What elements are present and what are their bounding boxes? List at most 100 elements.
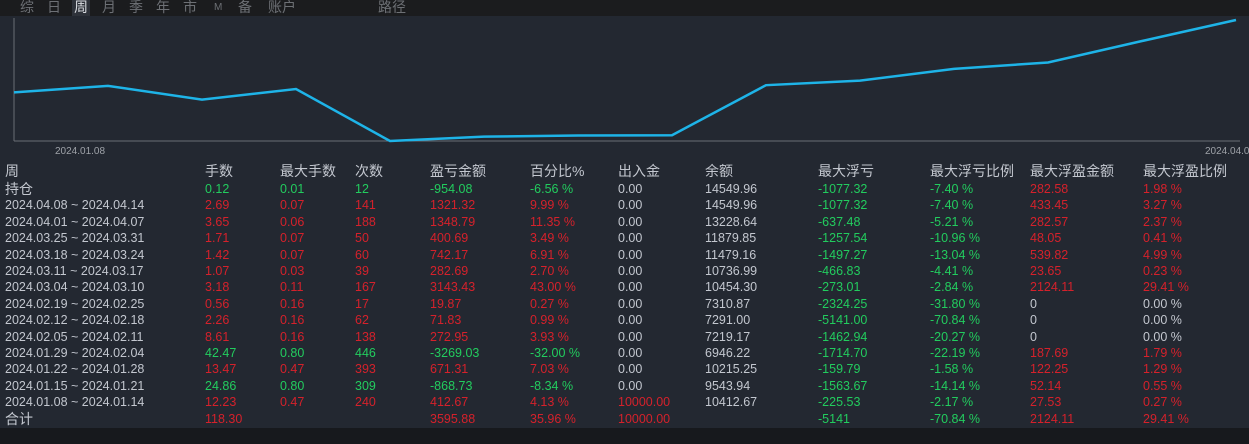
row-max-lots: 0.16 (280, 329, 305, 344)
tab-9[interactable]: 账户 (266, 0, 298, 16)
row-max-floating-loss-pct: -2.84 % (930, 280, 974, 295)
row-lots: 1.71 (205, 231, 230, 246)
header-max-floating-loss: 最大浮亏 (818, 163, 874, 179)
row-period: 2024.01.22 ~ 2024.01.28 (5, 362, 145, 377)
row-lots: 2.26 (205, 313, 230, 328)
row-max-floating-loss-pct: -20.27 % (930, 329, 981, 344)
row-lots: 24.86 (205, 378, 237, 393)
row-max-floating-profit-pct: 0.41 % (1143, 231, 1182, 246)
row-max-floating-loss: -1497.27 (818, 247, 868, 262)
row-lots: 3.18 (205, 280, 230, 295)
row-deposit: 0.00 (618, 264, 643, 278)
row-trades: 309 (355, 378, 376, 393)
row-max-floating-loss: -637.48 (818, 214, 861, 229)
x-end-label: 2024.04.08 (1205, 146, 1249, 157)
total-period: 合计 (5, 410, 33, 427)
row-deposit: 0.00 (618, 329, 643, 344)
row-trades: 167 (355, 280, 376, 295)
row-max-floating-loss: -225.53 (818, 395, 861, 410)
row-balance: 14549.96 (705, 198, 758, 213)
row-pnl: 3143.43 (430, 280, 476, 295)
row-pct: 3.49 % (530, 231, 569, 246)
row-pct: 11.35 % (530, 214, 575, 229)
row-trades: 17 (355, 296, 369, 311)
row-lots: 1.42 (205, 247, 230, 262)
row-max-floating-loss-pct: -2.17 % (930, 395, 974, 410)
row-pnl: 19.87 (430, 296, 462, 311)
row-pct: -32.00 % (530, 346, 581, 360)
row-max-lots: 0.47 (280, 362, 305, 377)
row-balance: 9543.94 (705, 378, 751, 393)
row-lots: 42.47 (205, 346, 237, 360)
row-max-floating-loss: -159.79 (818, 362, 861, 377)
tab-10[interactable]: 路径 (376, 0, 408, 16)
row-max-lots: 0.06 (280, 214, 305, 229)
total-deposit: 10000.00 (618, 411, 671, 426)
row-period: 2024.04.08 ~ 2024.04.14 (5, 198, 145, 213)
row-pct: 0.27 % (530, 296, 569, 311)
row-trades: 141 (355, 198, 376, 213)
header-max-floating-profit-pct: 最大浮盈比例 (1143, 163, 1227, 179)
row-trades: 60 (355, 247, 369, 262)
row-period: 2024.01.08 ~ 2024.01.14 (5, 395, 145, 410)
row-max-floating-loss: -466.83 (818, 264, 861, 278)
row-balance: 7310.87 (705, 296, 751, 311)
row-lots: 8.61 (205, 329, 230, 344)
row-deposit: 0.00 (618, 198, 643, 213)
row-max-floating-profit-pct: 3.27 % (1143, 198, 1182, 213)
row-pct: 7.03 % (530, 362, 569, 377)
row-pnl: 282.69 (430, 264, 469, 278)
row-period: 2024.01.15 ~ 2024.01.21 (5, 378, 145, 393)
row-deposit: 0.00 (618, 280, 643, 295)
tab-5[interactable]: 年 (154, 0, 172, 16)
row-max-floating-loss-pct: -1.58 % (930, 362, 974, 377)
row-balance: 7219.17 (705, 329, 751, 344)
row-pnl: 1348.79 (430, 214, 476, 229)
row-balance: 7291.00 (705, 313, 751, 328)
header-pnl: 盈亏金额 (430, 163, 486, 179)
row-pct: 2.70 % (530, 264, 569, 278)
row-lots: 2.69 (205, 198, 230, 213)
tab-4[interactable]: 季 (127, 0, 145, 16)
tab-3[interactable]: 月 (100, 0, 118, 16)
row-balance: 10454.30 (705, 280, 758, 295)
row-balance: 11479.16 (705, 247, 757, 262)
row-pnl: -954.08 (430, 182, 473, 196)
row-pnl: 272.95 (430, 329, 469, 344)
row-max-floating-loss-pct: -22.19 % (930, 346, 981, 360)
balance-line (13, 18, 1237, 143)
row-max-floating-loss-pct: -7.40 % (930, 198, 974, 213)
tab-2[interactable]: 周 (72, 0, 90, 16)
row-balance: 13228.64 (705, 214, 758, 229)
tab-6[interactable]: 市 (181, 0, 199, 16)
row-max-floating-profit-pct: 1.79 % (1143, 346, 1182, 360)
row-deposit: 0.00 (618, 362, 643, 377)
header-max-floating-profit: 最大浮盈金额 (1030, 163, 1114, 179)
row-pct: 6.91 % (530, 247, 569, 262)
header-lots: 手数 (205, 163, 233, 179)
tab-7[interactable]: M (212, 0, 224, 16)
row-pct: 3.93 % (530, 329, 569, 344)
row-max-floating-loss: -1563.67 (818, 378, 868, 393)
row-pnl: 1321.32 (430, 198, 476, 213)
row-deposit: 0.00 (618, 346, 643, 360)
row-deposit: 0.00 (618, 182, 643, 196)
tab-0[interactable]: 综 (18, 0, 36, 16)
row-max-lots: 0.07 (280, 231, 305, 246)
header-deposit: 出入金 (618, 163, 660, 179)
row-period: 2024.01.29 ~ 2024.02.04 (5, 346, 145, 360)
row-pct: 0.99 % (530, 313, 569, 328)
row-period: 2024.02.12 ~ 2024.02.18 (5, 313, 145, 328)
row-max-lots: 0.07 (280, 247, 305, 262)
row-max-floating-profit: 187.69 (1030, 346, 1069, 360)
row-deposit: 10000.00 (618, 395, 671, 410)
row-max-floating-loss: -1257.54 (818, 231, 868, 246)
row-balance: 6946.22 (705, 346, 751, 360)
row-pct: 43.00 % (530, 280, 576, 295)
row-trades: 50 (355, 231, 369, 246)
row-max-lots: 0.47 (280, 395, 305, 410)
row-max-floating-profit-pct: 0.00 % (1143, 313, 1182, 328)
tab-1[interactable]: 日 (45, 0, 63, 16)
tab-8[interactable]: 备 (236, 0, 254, 16)
row-max-floating-profit-pct: 2.37 % (1143, 214, 1182, 229)
